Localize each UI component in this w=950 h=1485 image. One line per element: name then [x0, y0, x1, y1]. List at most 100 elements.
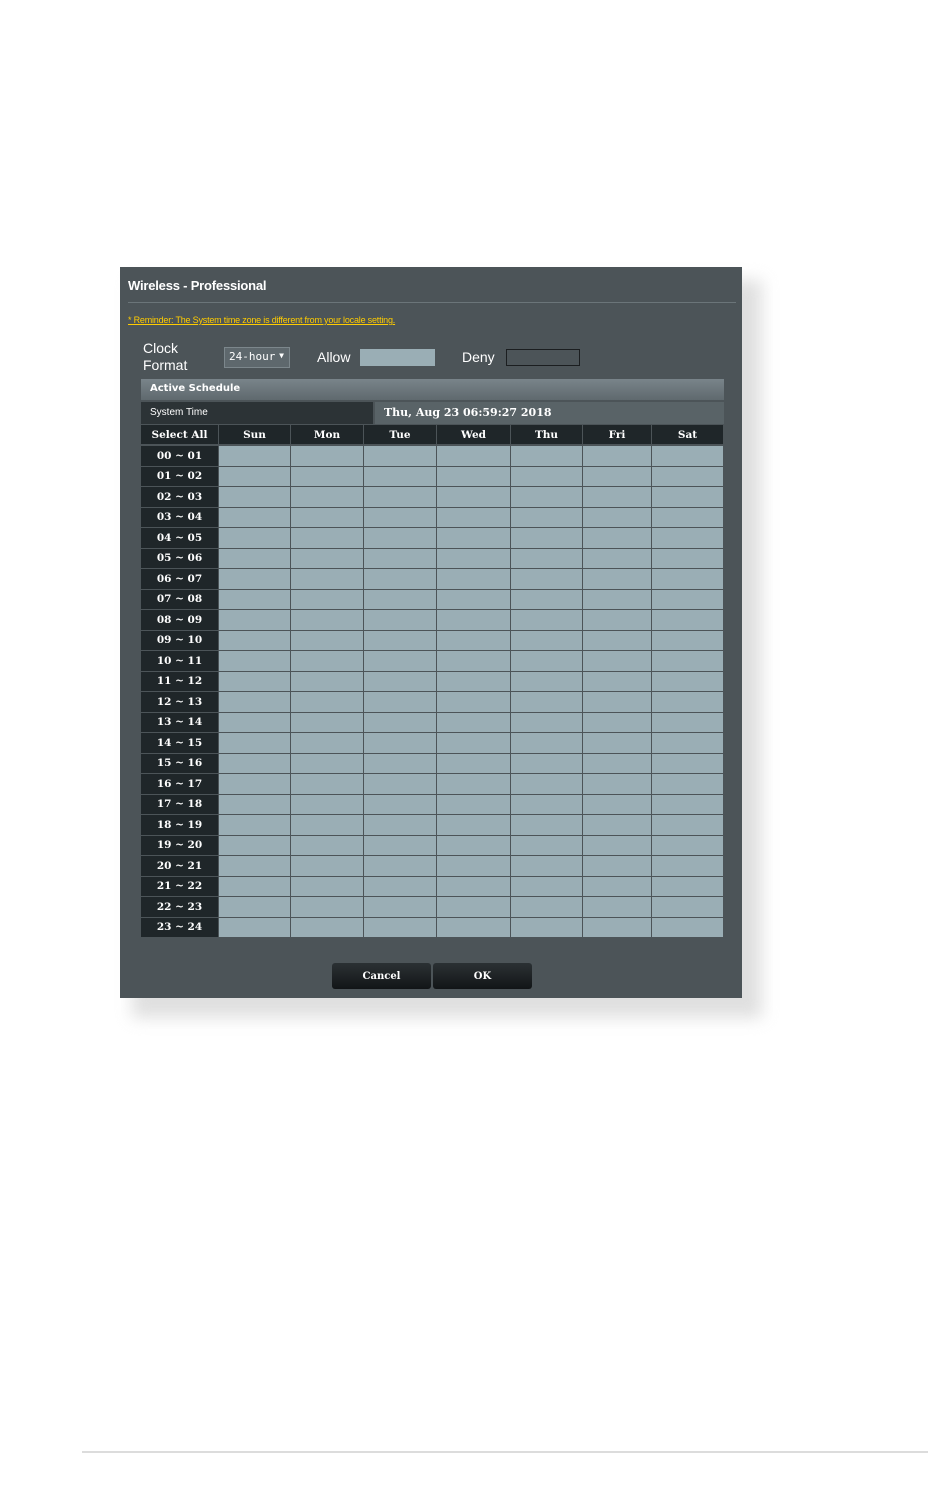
schedule-cell[interactable] [511, 815, 582, 835]
ok-button[interactable]: OK [433, 963, 532, 989]
schedule-cell[interactable] [219, 589, 290, 609]
schedule-cell[interactable] [291, 487, 363, 507]
schedule-cell[interactable] [511, 856, 582, 876]
schedule-cell[interactable] [437, 446, 510, 466]
schedule-cell[interactable] [291, 794, 363, 814]
schedule-cell[interactable] [364, 651, 436, 671]
hour-label[interactable]: 07 ~ 08 [141, 589, 218, 609]
schedule-cell[interactable] [437, 917, 510, 937]
schedule-cell[interactable] [291, 446, 363, 466]
schedule-cell[interactable] [364, 446, 436, 466]
schedule-cell[interactable] [219, 733, 290, 753]
schedule-cell[interactable] [219, 815, 290, 835]
schedule-cell[interactable] [652, 835, 723, 855]
schedule-cell[interactable] [291, 917, 363, 937]
schedule-cell[interactable] [364, 733, 436, 753]
schedule-cell[interactable] [364, 507, 436, 527]
schedule-cell[interactable] [583, 507, 651, 527]
schedule-cell[interactable] [511, 466, 582, 486]
schedule-cell[interactable] [437, 507, 510, 527]
schedule-cell[interactable] [364, 835, 436, 855]
schedule-cell[interactable] [583, 466, 651, 486]
schedule-cell[interactable] [583, 815, 651, 835]
hour-label[interactable]: 13 ~ 14 [141, 712, 218, 732]
schedule-cell[interactable] [364, 774, 436, 794]
schedule-cell[interactable] [364, 630, 436, 650]
hour-label[interactable]: 06 ~ 07 [141, 569, 218, 589]
schedule-cell[interactable] [219, 466, 290, 486]
schedule-cell[interactable] [652, 753, 723, 773]
schedule-cell[interactable] [583, 917, 651, 937]
schedule-cell[interactable] [511, 794, 582, 814]
schedule-cell[interactable] [583, 589, 651, 609]
schedule-cell[interactable] [652, 876, 723, 896]
schedule-cell[interactable] [364, 569, 436, 589]
hour-label[interactable]: 10 ~ 11 [141, 651, 218, 671]
schedule-cell[interactable] [583, 794, 651, 814]
hour-label[interactable]: 03 ~ 04 [141, 507, 218, 527]
hour-label[interactable]: 00 ~ 01 [141, 446, 218, 466]
hour-label[interactable]: 15 ~ 16 [141, 753, 218, 773]
schedule-cell[interactable] [511, 651, 582, 671]
schedule-cell[interactable] [583, 897, 651, 917]
schedule-cell[interactable] [511, 589, 582, 609]
schedule-cell[interactable] [364, 917, 436, 937]
schedule-cell[interactable] [652, 733, 723, 753]
hour-label[interactable]: 05 ~ 06 [141, 548, 218, 568]
hour-label[interactable]: 09 ~ 10 [141, 630, 218, 650]
schedule-cell[interactable] [583, 774, 651, 794]
schedule-cell[interactable] [291, 692, 363, 712]
schedule-cell[interactable] [437, 487, 510, 507]
day-header-tue[interactable]: Tue [364, 425, 436, 444]
schedule-cell[interactable] [437, 712, 510, 732]
schedule-cell[interactable] [437, 610, 510, 630]
schedule-cell[interactable] [437, 835, 510, 855]
schedule-cell[interactable] [652, 917, 723, 937]
schedule-cell[interactable] [364, 897, 436, 917]
schedule-cell[interactable] [583, 753, 651, 773]
schedule-cell[interactable] [511, 487, 582, 507]
schedule-cell[interactable] [437, 466, 510, 486]
hour-label[interactable]: 16 ~ 17 [141, 774, 218, 794]
hour-label[interactable]: 19 ~ 20 [141, 835, 218, 855]
schedule-cell[interactable] [291, 712, 363, 732]
schedule-cell[interactable] [219, 569, 290, 589]
schedule-cell[interactable] [219, 692, 290, 712]
schedule-cell[interactable] [583, 528, 651, 548]
schedule-cell[interactable] [364, 856, 436, 876]
schedule-cell[interactable] [219, 487, 290, 507]
schedule-cell[interactable] [511, 671, 582, 691]
schedule-cell[interactable] [511, 692, 582, 712]
schedule-cell[interactable] [291, 630, 363, 650]
schedule-cell[interactable] [437, 794, 510, 814]
schedule-cell[interactable] [219, 794, 290, 814]
schedule-cell[interactable] [511, 630, 582, 650]
day-header-thu[interactable]: Thu [511, 425, 582, 444]
schedule-cell[interactable] [652, 815, 723, 835]
schedule-cell[interactable] [437, 630, 510, 650]
schedule-cell[interactable] [652, 856, 723, 876]
schedule-cell[interactable] [583, 487, 651, 507]
schedule-cell[interactable] [511, 876, 582, 896]
schedule-cell[interactable] [291, 548, 363, 568]
schedule-cell[interactable] [511, 712, 582, 732]
select-all-button[interactable]: Select All [141, 425, 218, 444]
schedule-cell[interactable] [364, 548, 436, 568]
schedule-cell[interactable] [291, 651, 363, 671]
schedule-cell[interactable] [583, 630, 651, 650]
schedule-cell[interactable] [511, 507, 582, 527]
schedule-cell[interactable] [291, 528, 363, 548]
schedule-cell[interactable] [437, 569, 510, 589]
schedule-cell[interactable] [364, 692, 436, 712]
schedule-cell[interactable] [511, 774, 582, 794]
hour-label[interactable]: 22 ~ 23 [141, 897, 218, 917]
day-header-mon[interactable]: Mon [291, 425, 363, 444]
schedule-cell[interactable] [219, 917, 290, 937]
schedule-cell[interactable] [219, 651, 290, 671]
hour-label[interactable]: 23 ~ 24 [141, 917, 218, 937]
schedule-cell[interactable] [437, 692, 510, 712]
schedule-cell[interactable] [652, 487, 723, 507]
schedule-cell[interactable] [291, 569, 363, 589]
schedule-cell[interactable] [219, 630, 290, 650]
schedule-cell[interactable] [652, 466, 723, 486]
